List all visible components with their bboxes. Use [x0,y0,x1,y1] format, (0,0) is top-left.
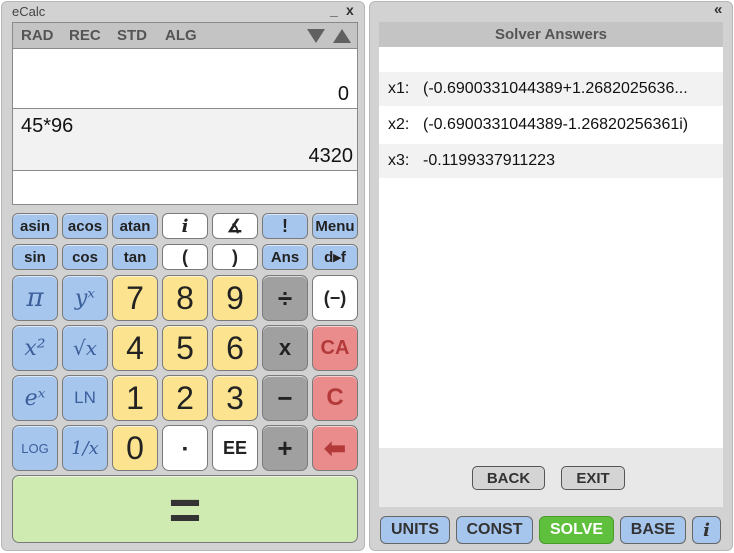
close-icon[interactable]: x [346,2,354,18]
negate-key[interactable]: (−) [312,275,358,321]
answer-label: x2: [388,116,410,133]
app-title: eCalc [12,4,46,19]
ans-key[interactable]: Ans [262,244,308,270]
digit-0-key[interactable]: 0 [112,425,158,471]
acos-key[interactable]: acos [62,213,108,239]
cos-key[interactable]: cos [62,244,108,270]
square-key[interactable]: x² [12,325,58,371]
const-button[interactable]: CONST [456,516,533,544]
power-key[interactable]: yˣ [62,275,108,321]
equals-key[interactable]: = [12,475,358,543]
decimal-point-key[interactable]: ▪ [162,425,208,471]
exp-key[interactable]: eˣ [12,375,58,421]
answer-value: (-0.6900331044389+1.2682025636... [423,80,688,97]
exit-button[interactable]: EXIT [561,466,625,490]
mode-alg[interactable]: ALG [165,27,197,44]
answer-label: x3: [388,152,410,169]
answer-value: -0.1199337911223 [423,152,555,169]
right-paren-key[interactable]: ) [212,244,258,270]
angle-key[interactable]: ∡ [212,213,258,239]
tan-key[interactable]: tan [112,244,158,270]
display-result: 4320 [308,145,354,167]
solver-footer: BACK EXIT [379,448,723,507]
digit-9-key[interactable]: 9 [212,275,258,321]
scroll-up-icon[interactable] [333,29,351,43]
factorial-key[interactable]: ! [262,213,308,239]
divide-key[interactable]: ÷ [262,275,308,321]
digit-6-key[interactable]: 6 [212,325,258,371]
pi-key[interactable]: π [12,275,58,321]
back-button[interactable]: BACK [472,466,545,490]
digit-5-key[interactable]: 5 [162,325,208,371]
display-history-top: 0 [12,48,358,109]
solve-button[interactable]: SOLVE [539,516,614,544]
exponent-ee-key[interactable]: EE [212,425,258,471]
units-button[interactable]: UNITS [380,516,450,544]
answer-value: (-0.6900331044389-1.26820256361i) [423,116,689,133]
scroll-down-icon[interactable] [307,29,325,43]
digit-1-key[interactable]: 1 [112,375,158,421]
mode-rad[interactable]: RAD [21,27,54,44]
mode-rec[interactable]: REC [69,27,101,44]
menu-key[interactable]: Menu [312,213,358,239]
display-input-line[interactable] [12,170,358,205]
log-key[interactable]: LOG [12,425,58,471]
solver-panel: « Solver Answers x1: (-0.6900331044389+1… [369,1,733,551]
mode-std[interactable]: STD [117,27,147,44]
clear-all-key[interactable]: CA [312,325,358,371]
minimize-icon[interactable]: _ [330,2,338,18]
decimal-to-fraction-key[interactable]: d▸f [312,244,358,270]
sqrt-key[interactable]: √x [62,325,108,371]
solver-title: Solver Answers [379,22,723,47]
base-button[interactable]: BASE [620,516,686,544]
display-history-entry: 45*96 4320 [12,108,358,171]
clear-key[interactable]: C [312,375,358,421]
add-key[interactable]: + [262,425,308,471]
mode-bar: RAD REC STD ALG [12,22,358,48]
reciprocal-key[interactable]: 1/x [62,425,108,471]
digit-8-key[interactable]: 8 [162,275,208,321]
app-root: eCalc _ x RAD REC STD ALG 0 45*96 4320 a… [0,0,734,553]
digit-2-key[interactable]: 2 [162,375,208,421]
solver-answers-list: x1: (-0.6900331044389+1.2682025636... x2… [379,47,723,448]
display-top-result: 0 [337,83,349,105]
asin-key[interactable]: asin [12,213,58,239]
digit-4-key[interactable]: 4 [112,325,158,371]
answer-row: x3: -0.1199337911223 [379,144,723,178]
info-button[interactable]: i [692,516,721,544]
left-paren-key[interactable]: ( [162,244,208,270]
calculator-panel: eCalc _ x RAD REC STD ALG 0 45*96 4320 a… [1,1,365,551]
imaginary-key[interactable]: i [162,213,208,239]
sin-key[interactable]: sin [12,244,58,270]
multiply-key[interactable]: x [262,325,308,371]
subtract-key[interactable]: − [262,375,308,421]
atan-key[interactable]: atan [112,213,158,239]
answer-label: x1: [388,80,410,97]
ln-key[interactable]: LN [62,375,108,421]
digit-3-key[interactable]: 3 [212,375,258,421]
display-expression: 45*96 [21,115,74,137]
answer-row: x2: (-0.6900331044389-1.26820256361i) [379,108,723,142]
answer-row: x1: (-0.6900331044389+1.2682025636... [379,72,723,106]
digit-7-key[interactable]: 7 [112,275,158,321]
collapse-icon[interactable]: « [714,1,722,18]
backspace-key[interactable]: ⬅ [312,425,358,471]
